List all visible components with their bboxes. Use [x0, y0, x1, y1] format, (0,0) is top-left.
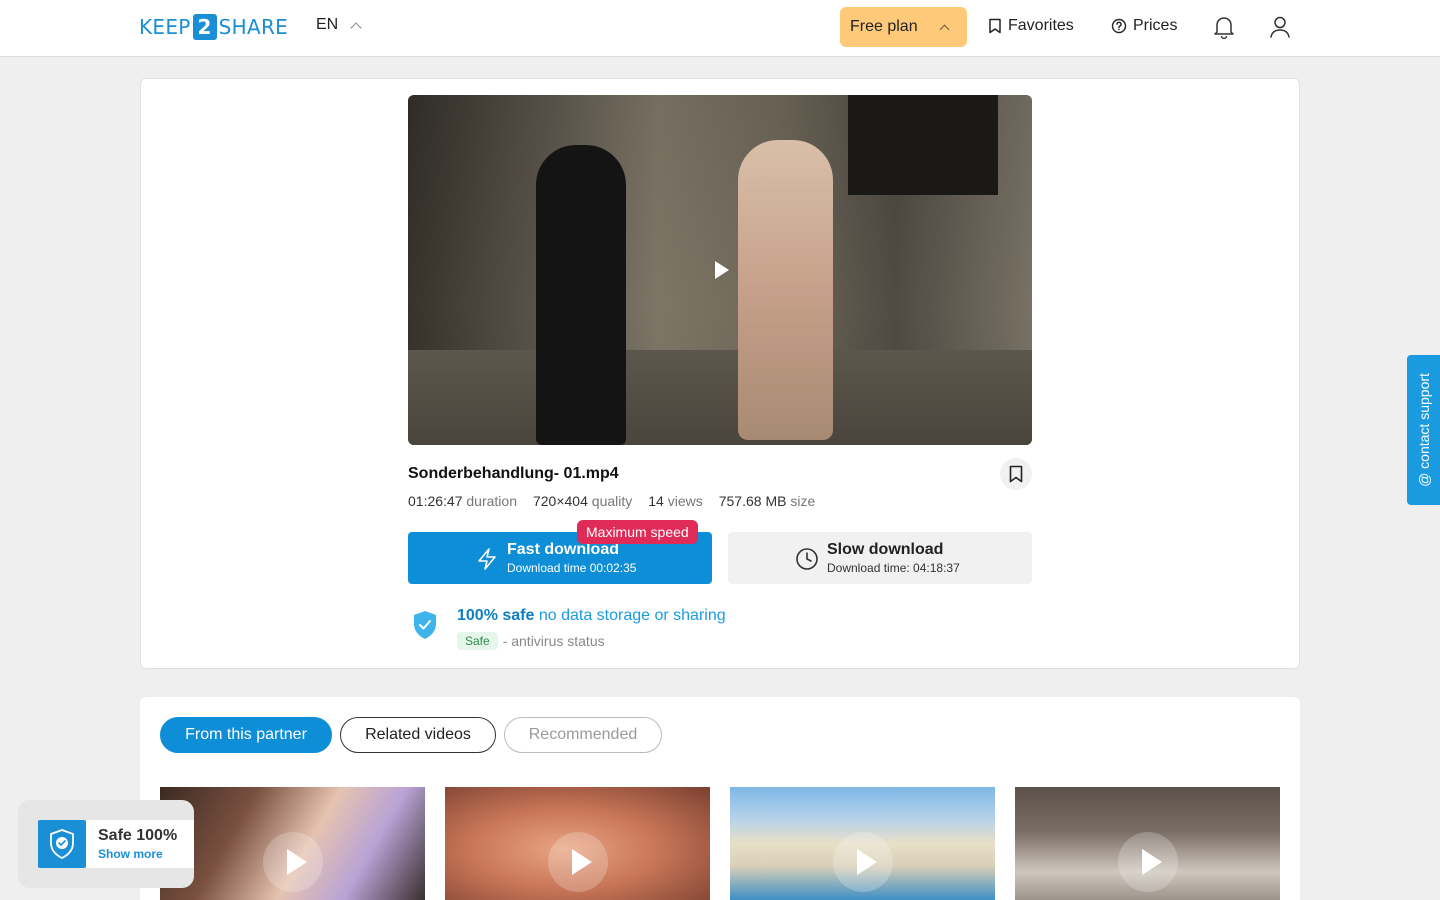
video-thumbnail[interactable] [1015, 787, 1280, 900]
prices-link[interactable]: Prices [1111, 17, 1177, 35]
play-icon[interactable] [548, 832, 608, 892]
fast-download-time: Download time 00:02:35 [507, 561, 637, 575]
slow-download-time: Download time: 04:18:37 [827, 561, 960, 575]
video-frame-window [848, 95, 998, 195]
clock-icon [796, 548, 818, 570]
notifications-button[interactable] [1213, 15, 1235, 44]
shield-check-icon [50, 829, 74, 860]
user-icon [1270, 16, 1290, 38]
file-title: Sonderbehandlung- 01.mp4 [408, 465, 619, 482]
tab-from-this-partner[interactable]: From this partner [160, 717, 332, 753]
show-more-link[interactable]: Show more [98, 847, 163, 861]
maximum-speed-badge: Maximum speed [577, 520, 698, 544]
video-player[interactable] [408, 95, 1032, 445]
favorites-link[interactable]: Favorites [988, 17, 1074, 35]
safe-widget-title: Safe 100% [98, 827, 178, 844]
video-thumbnail[interactable] [445, 787, 710, 900]
language-label: EN [316, 16, 339, 33]
meta-quality: 720×404 quality [532, 493, 633, 509]
slow-download-button[interactable]: Slow download Download time: 04:18:37 [728, 532, 1032, 584]
account-button[interactable] [1269, 15, 1291, 44]
keep2share-logo[interactable]: KEEP 2 SHARE [139, 14, 288, 40]
video-frame-figure [738, 140, 833, 440]
bookmark-icon [989, 18, 1001, 34]
contact-support-tab[interactable]: @ contact support [1407, 355, 1440, 505]
lightning-icon [478, 548, 496, 570]
free-plan-button[interactable]: Free plan [840, 7, 967, 47]
video-frame-ground [408, 350, 1032, 445]
play-icon[interactable] [1118, 832, 1178, 892]
play-icon[interactable] [833, 832, 893, 892]
favorites-label: Favorites [1008, 17, 1074, 34]
meta-size: 757.68 MB size [718, 493, 816, 509]
antivirus-status: Safe - antivirus status [457, 632, 605, 650]
tab-recommended[interactable]: Recommended [504, 717, 662, 753]
safety-message: 100% safe no data storage or sharing [457, 607, 726, 624]
file-meta: 01:26:47 duration 720×404 quality 14 vie… [408, 493, 815, 509]
bell-icon [1214, 17, 1234, 40]
chevron-up-icon [350, 22, 362, 34]
video-thumbnail[interactable] [160, 787, 425, 900]
slow-download-title: Slow download [827, 541, 944, 558]
bookmark-icon [1009, 465, 1023, 483]
chevron-up-icon [939, 24, 950, 35]
logo-text-keep: KEEP [139, 15, 191, 39]
antivirus-status-text: - antivirus status [502, 633, 605, 649]
logo-text-two: 2 [192, 14, 217, 40]
prices-label: Prices [1133, 17, 1178, 34]
add-to-favorites-button[interactable] [1000, 458, 1032, 490]
play-icon[interactable] [263, 832, 323, 892]
contact-support-label: @ contact support [1415, 373, 1432, 487]
play-icon[interactable] [715, 261, 729, 279]
tab-related-videos[interactable]: Related videos [340, 717, 496, 753]
safe-widget: Safe 100% Show more [18, 800, 194, 888]
language-selector[interactable]: EN [316, 16, 362, 34]
meta-duration: 01:26:47 duration [408, 493, 517, 509]
antivirus-safe-tag: Safe [457, 632, 498, 650]
safe-widget-shield[interactable] [38, 820, 86, 868]
meta-views: 14 views [648, 493, 703, 509]
shield-check-icon [414, 611, 436, 639]
video-thumbnail[interactable] [730, 787, 995, 900]
logo-text-share: SHARE [218, 15, 289, 39]
video-frame-figure [536, 145, 626, 445]
help-circle-icon [1111, 18, 1127, 34]
plan-label: Free plan [850, 18, 918, 35]
top-header: KEEP 2 SHARE EN Free plan Favorites Pric… [0, 0, 1440, 57]
